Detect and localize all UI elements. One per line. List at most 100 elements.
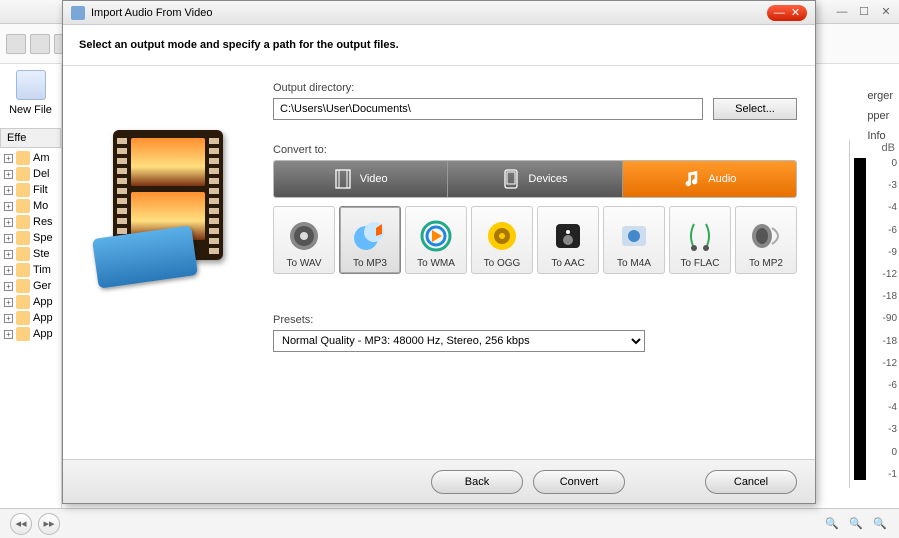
effects-panel-header[interactable]: Effe bbox=[0, 128, 61, 148]
device-icon bbox=[502, 168, 520, 190]
expand-icon[interactable]: + bbox=[4, 186, 13, 195]
dialog-footer: Back Convert Cancel bbox=[63, 459, 815, 503]
tree-item[interactable]: +Ste bbox=[2, 246, 59, 262]
effect-icon bbox=[16, 151, 30, 165]
format-category-tabs: Video Devices Audio bbox=[273, 160, 797, 198]
format-to-wma[interactable]: To WMA bbox=[405, 206, 467, 274]
expand-icon[interactable]: + bbox=[4, 250, 13, 259]
expand-icon[interactable]: + bbox=[4, 314, 13, 323]
new-file-label: New File bbox=[2, 104, 59, 116]
format-icon bbox=[484, 218, 520, 254]
left-panel: New File Effe +Am+Del+Filt+Mo+Res+Spe+St… bbox=[0, 64, 62, 508]
convert-button[interactable]: Convert bbox=[533, 470, 625, 494]
close-icon[interactable]: ✕ bbox=[879, 5, 893, 19]
tree-item[interactable]: +Filt bbox=[2, 182, 59, 198]
film-icon bbox=[334, 168, 352, 190]
minimize-icon: — bbox=[774, 7, 785, 19]
tree-item[interactable]: +Tim bbox=[2, 262, 59, 278]
effect-icon bbox=[16, 327, 30, 341]
tree-item[interactable]: +App bbox=[2, 326, 59, 342]
right-side-labels: erger pper Info bbox=[867, 88, 893, 148]
transport-controls: ◂◂ ▸▸ bbox=[10, 513, 60, 535]
tab-devices[interactable]: Devices bbox=[448, 161, 622, 197]
effect-icon bbox=[16, 279, 30, 293]
toolbar-icon[interactable] bbox=[6, 34, 26, 54]
effects-tree: +Am+Del+Filt+Mo+Res+Spe+Ste+Tim+Ger+App+… bbox=[0, 148, 61, 344]
convert-to-label: Convert to: bbox=[273, 144, 797, 156]
dialog-form: Output directory: Select... Convert to: … bbox=[269, 66, 815, 459]
output-dir-label: Output directory: bbox=[273, 82, 797, 94]
tab-audio[interactable]: Audio bbox=[623, 161, 796, 197]
dialog-illustration bbox=[63, 66, 269, 459]
expand-icon[interactable]: + bbox=[4, 154, 13, 163]
toolbar-icon[interactable] bbox=[30, 34, 50, 54]
effect-icon bbox=[16, 167, 30, 181]
next-button[interactable]: ▸▸ bbox=[38, 513, 60, 535]
tree-item[interactable]: +Del bbox=[2, 166, 59, 182]
format-to-aac[interactable]: To AAC bbox=[537, 206, 599, 274]
tree-item[interactable]: +Mo bbox=[2, 198, 59, 214]
format-to-m4a[interactable]: To M4A bbox=[603, 206, 665, 274]
prev-button[interactable]: ◂◂ bbox=[10, 513, 32, 535]
dialog-title: Import Audio From Video bbox=[91, 7, 212, 19]
meter-ticks: 0-3-4-6-9-12-18-90-18-12-6-4-30-1 bbox=[870, 158, 897, 480]
format-icon bbox=[352, 218, 388, 254]
back-button[interactable]: Back bbox=[431, 470, 523, 494]
format-icon bbox=[616, 218, 652, 254]
expand-icon[interactable]: + bbox=[4, 234, 13, 243]
dialog-titlebar: Import Audio From Video — ✕ bbox=[63, 1, 815, 25]
effect-icon bbox=[16, 311, 30, 325]
zoom-fit-icon[interactable]: 🔍 bbox=[871, 515, 889, 533]
expand-icon[interactable]: + bbox=[4, 330, 13, 339]
tree-item[interactable]: +Am bbox=[2, 150, 59, 166]
effect-icon bbox=[16, 231, 30, 245]
expand-icon[interactable]: + bbox=[4, 170, 13, 179]
format-icon bbox=[418, 218, 454, 254]
zoom-controls: 🔍 🔍 🔍 bbox=[823, 515, 889, 533]
meter-strip bbox=[854, 158, 866, 480]
bottom-bar: ◂◂ ▸▸ 🔍 🔍 🔍 bbox=[0, 508, 899, 538]
expand-icon[interactable]: + bbox=[4, 202, 13, 211]
expand-icon[interactable]: + bbox=[4, 218, 13, 227]
format-icon bbox=[286, 218, 322, 254]
preset-select[interactable]: Normal Quality - MP3: 48000 Hz, Stereo, … bbox=[273, 330, 645, 352]
zoom-in-icon[interactable]: 🔍 bbox=[847, 515, 865, 533]
new-file-button[interactable]: New File bbox=[0, 64, 61, 122]
effect-icon bbox=[16, 263, 30, 277]
effect-icon bbox=[16, 215, 30, 229]
close-icon: ✕ bbox=[791, 6, 800, 19]
level-meter: dB 0-3-4-6-9-12-18-90-18-12-6-4-30-1 bbox=[849, 140, 899, 488]
dialog-icon bbox=[71, 6, 85, 20]
presets-label: Presets: bbox=[273, 314, 797, 326]
format-to-ogg[interactable]: To OGG bbox=[471, 206, 533, 274]
tree-item[interactable]: +Res bbox=[2, 214, 59, 230]
format-to-mp3[interactable]: To MP3 bbox=[339, 206, 401, 274]
tree-item[interactable]: +Spe bbox=[2, 230, 59, 246]
tree-item[interactable]: +Ger bbox=[2, 278, 59, 294]
effect-icon bbox=[16, 183, 30, 197]
effect-icon bbox=[16, 295, 30, 309]
format-icon bbox=[748, 218, 784, 254]
tree-item[interactable]: +App bbox=[2, 310, 59, 326]
music-note-icon bbox=[682, 168, 700, 190]
dialog-close-button[interactable]: — ✕ bbox=[767, 5, 807, 21]
expand-icon[interactable]: + bbox=[4, 298, 13, 307]
tab-video[interactable]: Video bbox=[274, 161, 448, 197]
cancel-button[interactable]: Cancel bbox=[705, 470, 797, 494]
format-to-flac[interactable]: To FLAC bbox=[669, 206, 731, 274]
zoom-out-icon[interactable]: 🔍 bbox=[823, 515, 841, 533]
expand-icon[interactable]: + bbox=[4, 282, 13, 291]
format-to-mp2[interactable]: To MP2 bbox=[735, 206, 797, 274]
format-list: To WAVTo MP3To WMATo OGGTo AACTo M4ATo F… bbox=[273, 206, 797, 274]
format-icon bbox=[682, 218, 718, 254]
minimize-icon[interactable]: — bbox=[835, 5, 849, 19]
new-file-icon bbox=[16, 70, 46, 100]
select-dir-button[interactable]: Select... bbox=[713, 98, 797, 120]
format-to-wav[interactable]: To WAV bbox=[273, 206, 335, 274]
maximize-icon[interactable]: ☐ bbox=[857, 5, 871, 19]
import-audio-dialog: Import Audio From Video — ✕ Select an ou… bbox=[62, 0, 816, 504]
output-dir-input[interactable] bbox=[273, 98, 703, 120]
dialog-body: Output directory: Select... Convert to: … bbox=[63, 65, 815, 459]
expand-icon[interactable]: + bbox=[4, 266, 13, 275]
tree-item[interactable]: +App bbox=[2, 294, 59, 310]
